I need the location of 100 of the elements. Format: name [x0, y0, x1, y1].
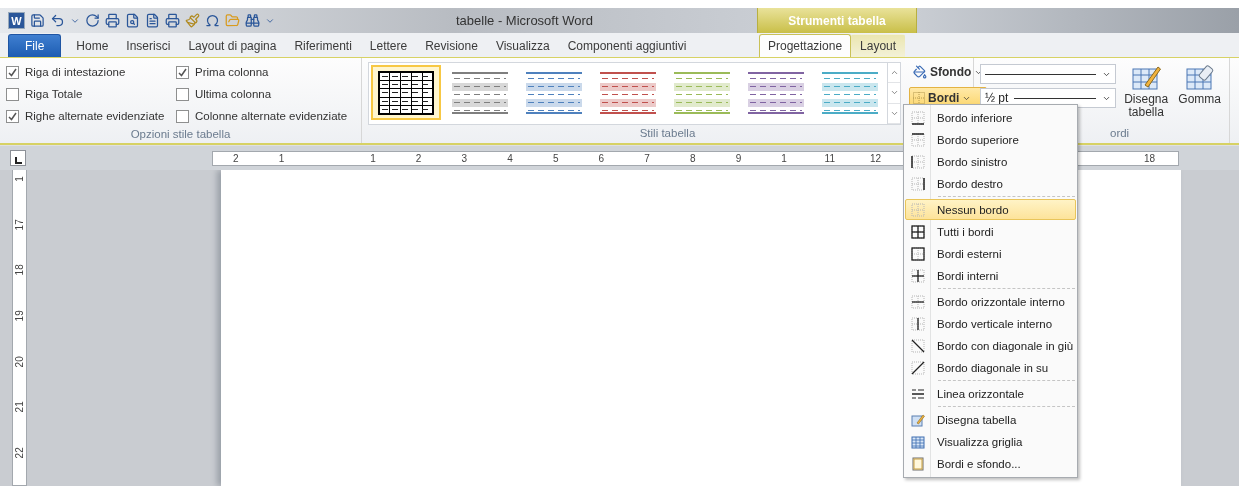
menu-item[interactable]: Bordo con diagonale in giù	[905, 335, 1076, 356]
omega-icon[interactable]	[205, 13, 220, 28]
table-eraser-icon	[1184, 63, 1215, 93]
checkbox[interactable]	[176, 65, 189, 79]
ruler-number: 18	[13, 263, 26, 277]
ruler-number: 5	[551, 152, 560, 164]
menu-item[interactable]: Bordo inferiore	[905, 107, 1076, 128]
menu-item[interactable]: Bordi interni	[905, 265, 1076, 286]
menu-item[interactable]: Bordo diagonale in su	[905, 357, 1076, 378]
menu-item[interactable]: Bordo superiore	[905, 129, 1076, 150]
ribbon-tab[interactable]: Home	[67, 34, 118, 57]
checkbox-option[interactable]: Ultima colonna	[176, 83, 348, 105]
tab-stop-selector[interactable]	[10, 150, 26, 166]
menu-item[interactable]: Nessun bordo	[905, 199, 1076, 220]
checkbox[interactable]	[6, 87, 19, 101]
app-logo[interactable]: W	[8, 12, 25, 29]
ribbon-tab[interactable]: Riferimenti	[285, 34, 361, 57]
ruler-number: 7	[643, 152, 651, 164]
paint-bucket-icon	[913, 65, 927, 79]
horizontal-line-icon	[911, 386, 925, 401]
ruler-number: 11	[823, 152, 836, 164]
line-style-dropdown[interactable]	[980, 64, 1116, 84]
redo-icon[interactable]	[85, 13, 100, 28]
printer-icon[interactable]	[165, 13, 180, 28]
contextual-tab-header: Strumenti tabella	[757, 8, 917, 33]
inside-borders-icon	[911, 268, 925, 283]
ruler-number: 1	[369, 152, 377, 164]
ribbon-tab[interactable]: File	[8, 34, 62, 57]
menu-item[interactable]: Disegna tabella	[905, 409, 1076, 430]
menu-item[interactable]: Visualizza griglia	[905, 431, 1076, 452]
left-tab-icon	[14, 157, 22, 165]
menu-item[interactable]: Linea orizzontale	[905, 383, 1076, 404]
ribbon-tab[interactable]: Layout di pagina	[179, 34, 286, 57]
printer-icon[interactable]	[105, 13, 120, 28]
ruler-number: 18	[1143, 152, 1157, 164]
top-border-icon	[911, 132, 925, 147]
ruler-number: 3	[460, 152, 469, 164]
binoculars-icon[interactable]	[245, 13, 260, 28]
no-border-icon	[911, 202, 925, 217]
menu-item[interactable]: Bordo orizzontale interno	[905, 291, 1076, 312]
line-weight-value: ½ pt	[985, 91, 1009, 105]
ruler-number: 6	[597, 152, 606, 164]
borders-icon	[913, 92, 925, 104]
ruler-number: 1	[780, 152, 788, 164]
ruler-number: 2	[232, 152, 240, 164]
ribbon-tab[interactable]: Lettere	[360, 34, 417, 57]
bottom-border-icon	[911, 110, 925, 125]
ribbon-tab[interactable]: Revisione	[416, 34, 487, 57]
grid-icon	[911, 434, 925, 449]
left-border-icon	[911, 154, 925, 169]
outside-borders-icon	[911, 246, 925, 261]
ruler-number: 20	[13, 355, 26, 369]
checkbox[interactable]	[6, 109, 19, 123]
checkbox-option[interactable]: Righe alternate evidenziate	[6, 105, 176, 127]
draw-table-button[interactable]: Disegna tabella	[1116, 61, 1177, 126]
eraser-button[interactable]: Gomma	[1176, 61, 1223, 126]
ribbon-tab[interactable]: Visualizza	[486, 34, 559, 57]
page-icon	[911, 456, 925, 471]
ruler-number: 8	[688, 152, 697, 164]
group-label: ordi	[1110, 126, 1130, 141]
checkbox[interactable]	[176, 109, 189, 123]
shading-button[interactable]: Sfondo	[909, 61, 988, 83]
menu-item[interactable]: Bordo destro	[905, 173, 1076, 194]
checkbox-option[interactable]: Colonne alternate evidenziate	[176, 105, 348, 127]
document-icon[interactable]	[145, 13, 160, 28]
checkbox[interactable]	[176, 87, 189, 101]
ribbon-tab[interactable]: Progettazione	[759, 34, 852, 57]
ruler-number: 9	[734, 152, 743, 164]
pencil-table-icon	[911, 412, 925, 427]
all-borders-icon	[911, 224, 925, 239]
ribbon-tab[interactable]: Componenti aggiuntivi	[558, 34, 696, 57]
ruler-number: 17	[13, 218, 26, 232]
ruler-number: 2	[414, 152, 423, 164]
print-preview-icon[interactable]	[125, 13, 140, 28]
ribbon-tab[interactable]: Layout	[851, 34, 906, 57]
ruler-number: 22	[13, 446, 26, 460]
ruler-number: 1	[277, 152, 286, 164]
menu-item[interactable]: Bordi esterni	[905, 243, 1076, 264]
right-border-icon	[911, 176, 925, 191]
diagonal-up-border-icon	[911, 360, 925, 375]
undo-icon[interactable]	[50, 13, 65, 28]
ruler-number: 19	[13, 309, 26, 323]
group-label: Stili tabella	[639, 126, 696, 141]
menu-item[interactable]: Tutti i bordi	[905, 221, 1076, 242]
checkbox-option[interactable]: Prima colonna	[176, 61, 348, 83]
ruler-number: 1	[13, 175, 26, 184]
checkbox-option[interactable]: Riga di intestazione	[6, 61, 176, 83]
menu-item[interactable]: Bordi e sfondo...	[905, 453, 1076, 474]
checkbox[interactable]	[6, 65, 19, 79]
save-icon[interactable]	[30, 13, 45, 28]
ruler-number: 4	[506, 152, 514, 164]
ribbon-tab[interactable]: Inserisci	[117, 34, 180, 57]
ruler-number: 12	[868, 152, 883, 164]
menu-item[interactable]: Bordo verticale interno	[905, 313, 1076, 334]
ruler-number: 21	[13, 400, 26, 414]
checkbox-option[interactable]: Riga Totale	[6, 83, 176, 105]
inside-vertical-border-icon	[911, 316, 925, 331]
window-title: tabelle - Microsoft Word	[454, 13, 593, 28]
group-label: Opzioni stile tabella	[130, 127, 231, 142]
table-style-option[interactable]	[371, 65, 441, 120]
